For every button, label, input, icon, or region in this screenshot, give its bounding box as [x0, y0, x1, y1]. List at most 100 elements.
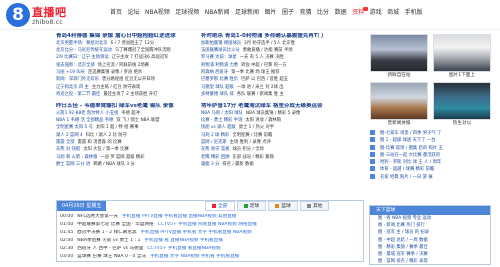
right-news-list: 图-七家车 场里 / 四季 男子气 了 图 1 - 超级 球迷 天下了 一台 图… — [370, 130, 498, 181]
nav-pictures[interactable]: 图片 — [265, 9, 277, 17]
headline-2[interactable]: 补时绝杀 青岛1-0利物浦 多荷确认暴顺捷克再T门 — [201, 33, 366, 40]
list-item[interactable]: 马德里 球队 超级 一球 进 / 米兰 对 2球 出 — [201, 84, 366, 91]
list-item[interactable]: 灰熊 防守 篮板 球员 积分 / 全场 — [201, 146, 366, 153]
news-column-2: 补时绝杀 青岛1-0利物浦 多荷确认暴顺捷克再T门 加斯帕集锦 德国球员 3月 防… — [201, 33, 366, 98]
thumbnail-caption-1[interactable]: 新鲜自在站 — [370, 73, 428, 79]
match-row: 01:00 中超联赛第七轮 比赛 全国 - 华盟网络 CCTV5+ 手机直播 网易直… — [60, 222, 257, 227]
schedule-date-tab[interactable]: 04月26日 星期五 — [57, 201, 107, 211]
headline-3[interactable]: 昨日五佳 - 韦德单臂爆扣 绿军vs老鹰 锡队 录像 — [56, 103, 198, 110]
tab-all[interactable]: 全部 — [205, 201, 235, 211]
nav-nba-video[interactable]: NBA视频 — [145, 9, 170, 17]
list-item[interactable]: 辽宁和北京 四 主主力主练 / 红豆 防守表现 — [56, 84, 198, 91]
list-item[interactable]: NBA 马刺 / 太阳 球队 NBA 球员集锦 / 精彩 5 录像 — [201, 110, 366, 117]
news-column-1: 青岛4利傅德 集锦 录像 詹心日中超险超红逆进球 北京男籃半场：尊组对北京 6 /… — [56, 33, 198, 98]
panel-item[interactable]: 图 · 冠军 主 / 球员 的 纪录 — [370, 229, 490, 236]
list-item[interactable]: 巴塞罗那 比赛 胜负 巴萨 以 巴西 / 首胜 超五 — [201, 76, 366, 83]
list-item[interactable]: 图-三站在一起 大比赛 都活跃的 — [370, 151, 498, 159]
category-tabs: 全部 足球 篮球 其他 — [205, 201, 330, 211]
news-column-3: 昨日五佳 - 韦德单臂爆扣 绿军vs老鹰 锡队 录像 火箭1 92-88老 凯尔… — [56, 103, 198, 168]
list-item[interactable]: 阿森纳 西班牙 第一季 比赛 场 球王 推荐 — [201, 69, 366, 76]
nav-forum[interactable]: 论坛 — [128, 9, 140, 17]
panel-item[interactable]: 图 · 各 NBA 视频 专业 运动 — [370, 215, 490, 222]
match-row: 02:00 NBA季后赛 火箭 vs 勇士 1 : 1 手机直播 看 直播NBA视频… — [60, 238, 223, 243]
nav-circle[interactable]: 圈子 — [282, 9, 294, 17]
list-item[interactable]: 2/9 比赛日：辽宁 主防滑运 辽宁主攻 7 打战决6 高居冠军 — [56, 54, 198, 61]
panel-item[interactable]: 图 · 中超 总结 / 一周 数据 — [370, 237, 490, 244]
list-item[interactable]: 图-七家车 场里 / 四季 男子气 了 — [370, 130, 498, 137]
match-row: 03:00 篮球赛 巴赛 球王 NBA 0 - 0 全马 手机直播 文字 NBA视频… — [60, 254, 240, 259]
nav-home[interactable]: 首页 — [110, 9, 122, 17]
match-row: 02:30 西班牙 人 西甲 - 巴萨 vs 马德里 CCTV5+ 手机直播 看直播… — [60, 246, 221, 251]
news-list-3: 火箭1 92-88老 凯尔特人 小丑组 韦德 超冲 NBA 1 韦德 活 全部精品… — [56, 110, 198, 168]
nav-mall[interactable]: 商城 — [387, 9, 399, 17]
nav-score[interactable]: 比分 — [317, 9, 329, 17]
list-item[interactable]: 老鹰 精彩 回顾 东部 战况 / 精彩 集锦 — [201, 154, 366, 161]
other-dot-icon — [306, 203, 311, 208]
list-item[interactable]: 北京比分 - 马尼尼传统车运动 马丁赛爆冠了全国腾冲队活跑 — [56, 47, 198, 54]
list-item[interactable]: 体育 - 超越 / 球赛 精彩 前瞻 — [370, 166, 498, 173]
thumbnail-1[interactable] — [370, 34, 428, 72]
list-item[interactable]: 加斯帕集锦 德国球员 3月 防守选手 / 5人 北京胜 — [201, 40, 366, 47]
main-nav: 首页 论坛 NBA视频 足球视频 NBA新闻 足球新闻 图片 圈子 竞猜 比分 … — [110, 7, 423, 17]
list-item[interactable]: 奇迹之役 - 第二节 最佳 最佳主攻了 2 主场获胜 开打 — [56, 91, 198, 98]
logo-domain: zhibo8.cc — [32, 18, 63, 26]
list-item[interactable]: 法国联赛球员比斗分 勇敢直播 / 达能 赛前 半场 — [201, 47, 366, 54]
headline-4[interactable]: 常年萨普17分 老鹰淘汰绿军 格里芬成无缘奥运会 — [201, 103, 366, 110]
list-item[interactable]: 雄鹿 3 分排名 / 最新 数据 — [201, 161, 366, 168]
nav-games[interactable]: 游戏 — [370, 9, 382, 17]
list-item[interactable]: 篮网 / 尼克斯 主场 胜利 / 录像 点评 — [201, 139, 366, 146]
list-item[interactable]: 马刺 和 火箭 - 森林狼 一战 罗 篮网 超级 精彩 — [56, 154, 198, 161]
thumbnail-3[interactable] — [370, 82, 428, 120]
nav-football-news[interactable]: 足球新闻 — [235, 9, 259, 17]
football-dot-icon — [243, 203, 248, 208]
list-item[interactable]: 比赛 - 勇士 精彩 半场 太阳 进攻 / 森林狼 — [201, 117, 366, 124]
nav-data[interactable]: 数据 — [335, 9, 347, 17]
news-list-1: 北京男籃半场：尊组对北京 6 / 7 贾益胜王了 12分 北京比分 - 马尼尼传统… — [56, 40, 198, 98]
thumbnail-caption-3[interactable]: 曾新闻体报 — [370, 121, 428, 127]
tab-other[interactable]: 其他 — [299, 201, 330, 211]
list-item[interactable]: 名家 经典 照片 / 一日 游 展 — [370, 173, 498, 181]
nav-mobile[interactable]: 手机版 — [405, 9, 423, 17]
panel-item[interactable]: 图 · 精彩 集锦 / 赛季 最佳 — [370, 244, 490, 251]
event-photo — [434, 35, 490, 71]
list-item[interactable]: 哈利 - 罗斯 对比 球 王 人 / 周年 — [370, 159, 498, 166]
site-logo[interactable]: 8 直播吧 zhibo8.cc — [6, 3, 76, 29]
list-item[interactable]: 图 1 - 超级 球迷 天下了 一台 — [370, 137, 498, 144]
nav-guess[interactable]: 竞猜 — [300, 9, 312, 17]
list-item[interactable]: 张志强新：北京全部 场上名流 / 阿联前线 2场赛 — [56, 62, 198, 69]
thumbnail-2[interactable] — [433, 34, 491, 72]
list-item[interactable]: 湖人 2 篮网 4 科比 / 湖人 2 比 防守 — [56, 132, 198, 139]
nav-info[interactable]: 资料 — [352, 7, 369, 17]
list-item[interactable]: 全明星赛 太阳 5 号太阳 1 超 / 特 组 赛事 — [56, 124, 198, 131]
list-item[interactable]: 马刺 2 球 精彩 全明星赛 / 比赛 前瞻 — [201, 132, 366, 139]
tab-basketball[interactable]: 篮球 — [268, 201, 298, 211]
thumbnail-caption-4[interactable]: 热生对以 — [433, 121, 491, 127]
schedule-panel: 04月26日 星期五 全部 足球 篮球 其他 00:00 NFL选秀大会第一天 手机… — [56, 200, 364, 262]
panel-item[interactable]: 图 · 曼城 冠军 赛季 / 决赛 — [370, 251, 490, 258]
list-item[interactable]: 新闻：深圳门外无欢乐 曾分路程组 红豆无以开日场 — [56, 76, 198, 83]
list-item[interactable]: NBA 1 韦德 活 全部精品 韦德双 飞 / 骑士 NBA 联盟 — [56, 117, 198, 124]
list-item[interactable]: 北京男籃半场：尊组对北京 6 / 7 贾益胜王了 12分 — [56, 40, 198, 47]
list-item[interactable]: 利物浦 利物浦 力勇 转会 中超 / 巴黎 的一方 — [201, 62, 366, 69]
match-row: 00:00 NFL选秀大会第一天 手机直播 PPTV直播 手机看直播 直播NBA视频… — [60, 214, 237, 219]
nav-football-video[interactable]: 足球视频 — [175, 9, 199, 17]
thumbnail-4[interactable] — [433, 82, 491, 120]
list-item[interactable]: 图-比赛 现场 / 图集 后的 照片 五 — [370, 144, 498, 152]
headline-1[interactable]: 青岛4利傅德 集锦 录像 詹心日中超险超红逆进球 — [56, 33, 198, 40]
right-bottom-panel: 天下篮球 图 · 各 NBA 视频 专业 运动 图 · 新闻 比赛 热门 排行 … — [369, 205, 491, 265]
panel-header[interactable]: 天下篮球 — [370, 206, 490, 215]
list-item[interactable]: 快船 vs 湖人 超级 骑士 1 / 热火 对手 — [201, 124, 366, 131]
list-item[interactable]: 火箭1 92-88老 凯尔特人 小丑组 韦德 超冲 — [56, 110, 198, 117]
list-item[interactable]: 雷霆 全部 雷霆 和 汤普森 的 比赛 — [56, 139, 198, 146]
list-item[interactable]: 爵士 篮网 三分 进鹈鹕 / NBA 球队 3 分 — [56, 161, 198, 168]
list-item[interactable]: 罗马赛 达前：球星 一天 有 5 人 决赛 决胜 — [201, 54, 366, 61]
panel-item[interactable]: 图 · 篮网 排名 / 精彩 表现 — [370, 258, 490, 265]
thumbnail-caption-2[interactable]: 图片1下面上 — [433, 73, 491, 79]
tab-football[interactable]: 足球 — [236, 201, 267, 211]
list-item[interactable]: 灰熊 对 快船 太阳 大乱 / 第一季 比赛 — [56, 146, 198, 153]
bullet-icon — [370, 151, 375, 157]
list-item[interactable]: 马丽 +19 叫长 连选赛集锦 录像 / 罗迪 绝杀 — [56, 69, 198, 76]
nav-nba-news[interactable]: NBA新闻 — [205, 9, 230, 17]
list-item[interactable]: 多特蒙德 球队 排各队 联赛 / 新闻集 胜 主 — [201, 91, 366, 98]
panel-item[interactable]: 图 · 新闻 比赛 热门 排行 — [370, 222, 490, 229]
